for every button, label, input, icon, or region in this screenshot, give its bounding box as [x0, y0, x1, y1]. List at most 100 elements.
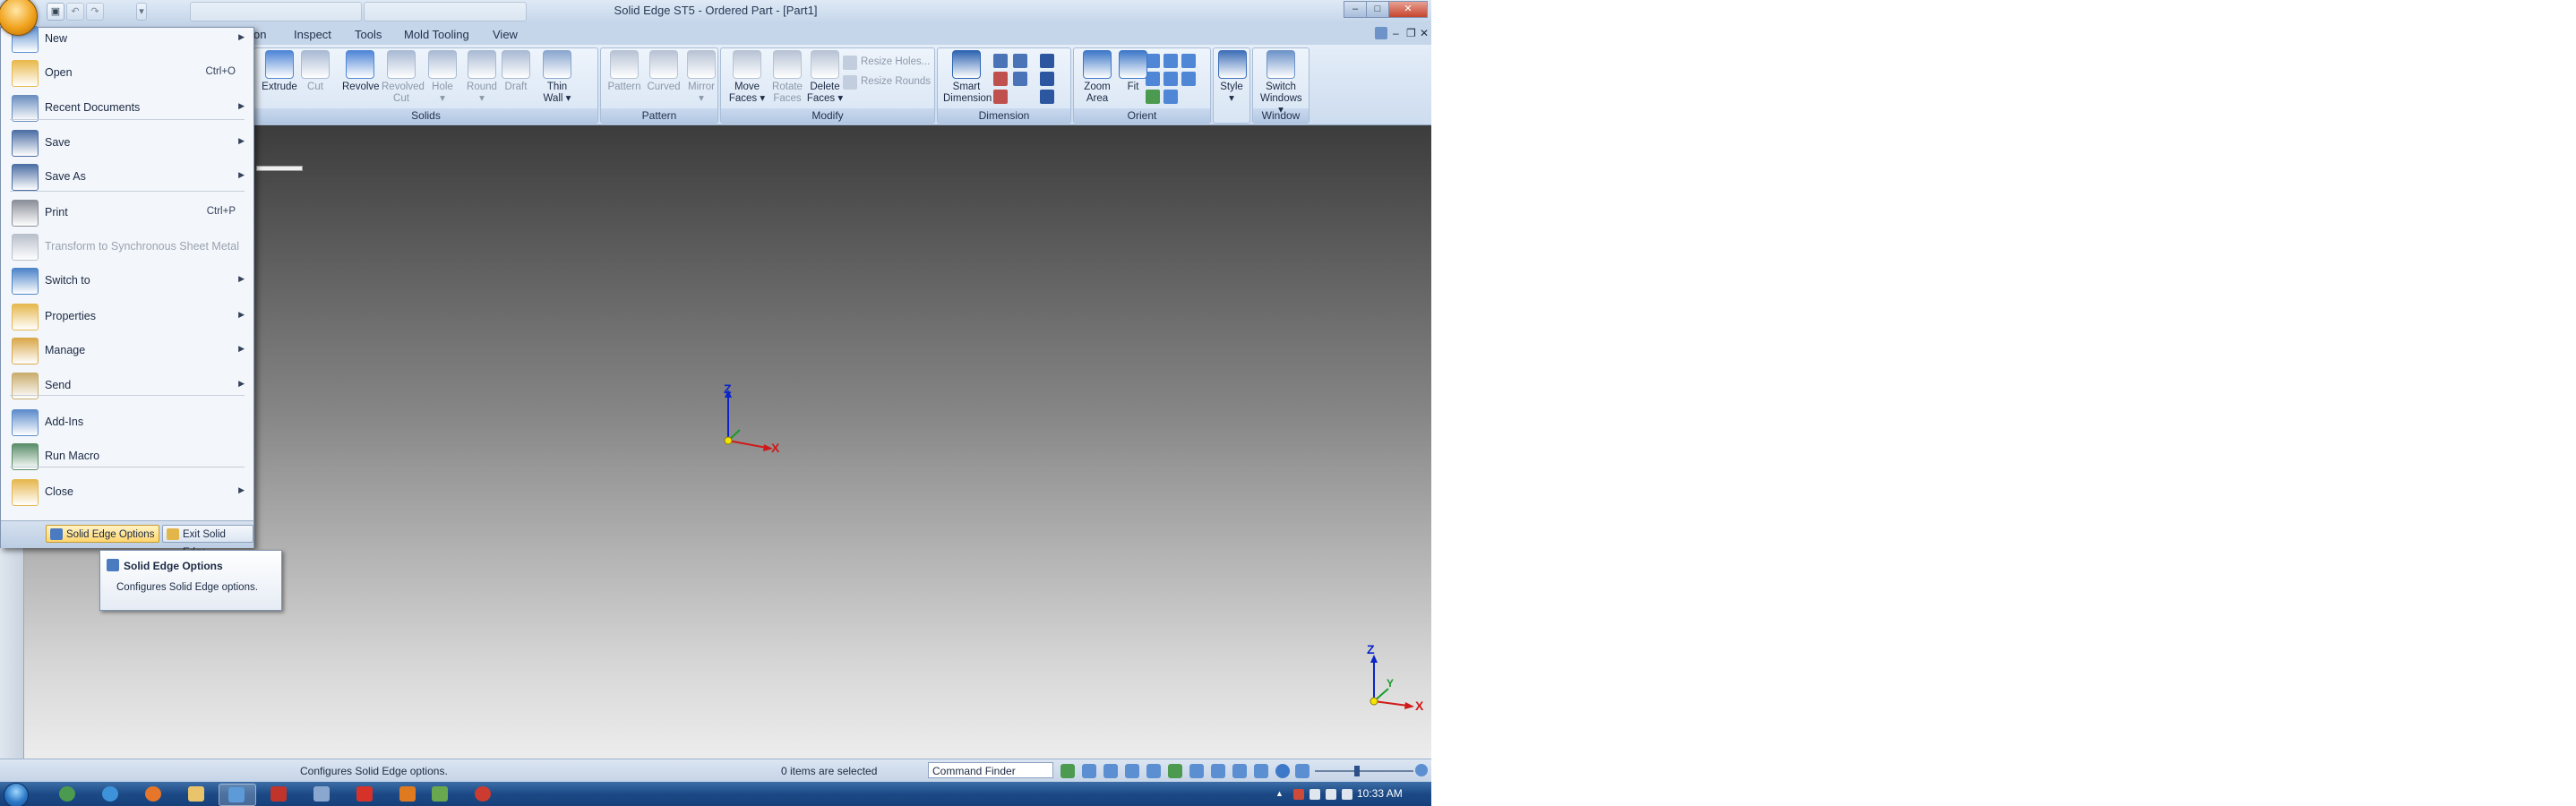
doc-minimize-button[interactable]: –	[1393, 27, 1399, 39]
tab-home-partial[interactable]: on	[253, 28, 266, 41]
help-icon[interactable]	[1375, 27, 1387, 39]
round-button[interactable]: Round ▾	[464, 50, 500, 105]
style-button[interactable]: Style ▾	[1218, 50, 1247, 105]
menu-item-add-ins[interactable]: Add-Ins	[1, 406, 253, 438]
globe-icon[interactable]	[1275, 764, 1290, 778]
dimension-tool-icon[interactable]	[1013, 54, 1027, 68]
close-button[interactable]: ✕	[1388, 1, 1428, 18]
smart-dimension-button[interactable]: Smart Dimension	[943, 50, 992, 105]
menu-item-print[interactable]: Print Ctrl+P	[1, 196, 253, 228]
status-tool-icon[interactable]	[1082, 764, 1096, 778]
text-icon[interactable]	[1040, 90, 1054, 104]
taskbar-app[interactable]	[466, 784, 502, 804]
action-center-icon[interactable]	[1293, 789, 1304, 800]
menu-item-save[interactable]: Save ▶	[1, 126, 253, 159]
taskbar-explorer[interactable]	[179, 784, 215, 804]
power-icon[interactable]	[1342, 789, 1352, 800]
menu-item-transform-to-synchronous-sheet-metal: Transform to Synchronous Sheet Metal	[1, 230, 253, 262]
status-tool-icon[interactable]	[1060, 764, 1075, 778]
annotation-icon[interactable]	[1040, 54, 1054, 68]
firefox-icon	[145, 786, 161, 802]
revolved-cut-button[interactable]: Revolved Cut	[382, 50, 425, 105]
taskbar-ie[interactable]	[93, 784, 129, 804]
menu-item-save-as[interactable]: Save As ▶	[1, 160, 253, 193]
hole-button[interactable]: Hole ▾	[425, 50, 460, 105]
zoom-status-icon[interactable]	[1103, 764, 1118, 778]
fit-status-icon[interactable]	[1125, 764, 1139, 778]
button-label-line2: ▾	[699, 93, 704, 104]
dimension-tool-icon[interactable]	[1013, 72, 1027, 86]
status-tool-icon[interactable]	[1232, 764, 1247, 778]
status-tool-icon[interactable]	[1146, 764, 1161, 778]
zoom-in-icon[interactable]	[1415, 764, 1428, 776]
tab-inspect[interactable]: Inspect	[294, 28, 331, 41]
menu-item-close[interactable]: Close ▶	[1, 476, 253, 508]
view-icon[interactable]	[1181, 72, 1196, 86]
menu-item-new[interactable]: New ▶	[1, 22, 253, 55]
start-button[interactable]	[4, 783, 29, 806]
volume-icon[interactable]	[1326, 789, 1336, 800]
solid-edge-window: ▣ ↶ ↷ ▾ Solid Edge ST5 - Ordered Part - …	[0, 0, 1431, 806]
button-label: Extrude	[262, 81, 297, 92]
zoom-slider-track[interactable]	[1315, 770, 1413, 772]
exit-solid-edge-button[interactable]: Exit Solid Edge	[162, 525, 253, 558]
taskbar-solid-edge[interactable]	[219, 784, 256, 806]
cut-button[interactable]: Cut	[299, 50, 331, 93]
button-label: Fit	[1127, 81, 1139, 92]
menu-item-send[interactable]: Send ▶	[1, 369, 253, 401]
resize-rounds-button[interactable]: Resize Rounds	[861, 76, 931, 87]
revolve-button[interactable]: Revolve	[342, 50, 380, 93]
status-tool-icon[interactable]	[1254, 764, 1268, 778]
text-icon[interactable]	[1040, 72, 1054, 86]
mirror-button[interactable]: Mirror ▾	[683, 50, 719, 105]
tab-mold-tooling[interactable]: Mold Tooling	[404, 28, 469, 41]
menu-item-manage[interactable]: Manage ▶	[1, 334, 253, 366]
zoom-area-button[interactable]: Zoom Area	[1079, 50, 1115, 105]
taskbar-app[interactable]	[423, 784, 459, 804]
solid-edge-options-button[interactable]: Solid Edge Options	[46, 525, 160, 543]
fit-button[interactable]: Fit	[1117, 50, 1149, 93]
zoom-slider-thumb[interactable]	[1354, 766, 1360, 776]
extrude-button[interactable]: Extrude	[262, 50, 297, 93]
status-tool-icon[interactable]	[1295, 764, 1309, 778]
tab-tools[interactable]: Tools	[355, 28, 382, 41]
rotate-faces-button[interactable]: Rotate Faces	[769, 50, 805, 105]
taskbar-app[interactable]	[391, 784, 426, 804]
taskbar-chrome[interactable]	[50, 784, 86, 804]
view-icon[interactable]	[1163, 90, 1178, 104]
doc-close-button[interactable]: ✕	[1420, 27, 1429, 39]
move-faces-button[interactable]: Move Faces ▾	[726, 50, 768, 105]
thin-wall-button[interactable]: Thin Wall ▾	[539, 50, 575, 105]
minimize-button[interactable]: –	[1344, 1, 1367, 18]
dimension-tool-icon[interactable]	[993, 72, 1008, 86]
doc-restore-button[interactable]: ❐	[1406, 27, 1416, 39]
menu-item-open[interactable]: Open Ctrl+O	[1, 56, 253, 89]
command-finder-input[interactable]: Command Finder	[928, 762, 1053, 778]
switch-windows-button[interactable]: Switch Windows ▾	[1260, 50, 1302, 116]
button-label: Draft	[504, 81, 528, 92]
taskbar-autodesk[interactable]	[262, 784, 297, 804]
draft-button[interactable]: Draft	[500, 50, 532, 93]
curved-button[interactable]: Curved	[646, 50, 682, 93]
tab-view[interactable]: View	[493, 28, 518, 41]
delete-faces-button[interactable]: Delete Faces ▾	[805, 50, 845, 105]
resize-holes-button[interactable]: Resize Holes...	[861, 56, 930, 67]
menu-item-switch-to[interactable]: Switch to ▶	[1, 264, 253, 296]
taskbar-acrobat[interactable]	[348, 784, 383, 804]
pattern-button[interactable]: Pattern	[606, 50, 642, 93]
command-bar-stub[interactable]	[256, 166, 303, 171]
view-icon[interactable]	[1163, 72, 1178, 86]
dimension-tool-icon[interactable]	[993, 54, 1008, 68]
menu-item-properties[interactable]: Properties ▶	[1, 300, 253, 332]
status-tool-icon[interactable]	[1211, 764, 1225, 778]
view-icon[interactable]	[1163, 54, 1178, 68]
view-icon[interactable]	[1181, 54, 1196, 68]
taskbar-firefox[interactable]	[136, 784, 172, 804]
status-tool-icon[interactable]	[1168, 764, 1182, 778]
status-tool-icon[interactable]	[1189, 764, 1204, 778]
dimension-tool-icon[interactable]	[993, 90, 1008, 104]
maximize-button[interactable]: □	[1366, 1, 1389, 18]
network-icon[interactable]	[1309, 789, 1320, 800]
tray-expand-icon[interactable]: ▲	[1275, 789, 1286, 800]
taskbar-app[interactable]	[305, 784, 340, 804]
